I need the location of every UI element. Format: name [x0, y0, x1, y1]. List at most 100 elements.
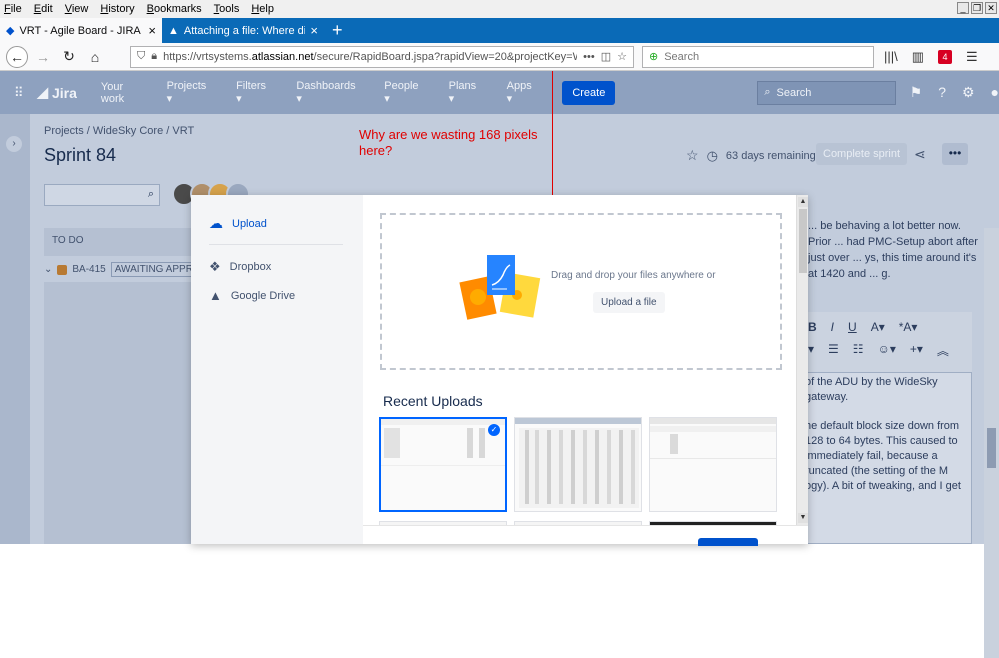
browser-search-input[interactable]: ⊕ Search	[642, 45, 874, 68]
minimize-button[interactable]: _	[957, 2, 969, 14]
recent-upload-thumbnail[interactable]: ✓	[379, 417, 507, 512]
pocket-icon[interactable]: ◫	[601, 50, 611, 63]
jira-logo[interactable]: ◢ Jira	[37, 84, 77, 101]
source-label: Dropbox	[229, 261, 272, 273]
tab-attaching-file[interactable]: ▲ Attaching a file: Where did the ins ×	[162, 18, 324, 43]
reload-button[interactable]: ↻	[58, 46, 80, 68]
nav-your-work[interactable]: Your work	[101, 81, 147, 105]
search-placeholder: Search	[664, 50, 700, 63]
issue-key[interactable]: BA-415	[72, 264, 105, 275]
jira-logo-icon: ◢	[37, 84, 48, 100]
close-window-button[interactable]: ✕	[985, 2, 997, 14]
comment-editor[interactable]: of the ADU by the WideSky gateway. he de…	[800, 372, 972, 544]
scroll-down-icon[interactable]: ▼	[798, 513, 808, 523]
back-button[interactable]: ←	[6, 45, 28, 68]
more-actions-button[interactable]: •••	[942, 143, 968, 165]
page-actions-icon[interactable]: •••	[583, 51, 595, 63]
bold-icon[interactable]: B	[808, 320, 817, 334]
nav-projects[interactable]: Projects ▾	[167, 80, 213, 105]
source-google-drive[interactable]: ▲ Google Drive	[209, 288, 295, 303]
bookmark-star-icon[interactable]: ☆	[617, 50, 627, 63]
address-bar[interactable]: ⛉ 🔒︎ https://vrtsystems.atlassian.net/se…	[130, 45, 634, 68]
nav-dashboards[interactable]: Dashboards ▾	[296, 80, 360, 105]
source-label: Upload	[232, 217, 267, 230]
tab-agile-board[interactable]: ◆ VRT - Agile Board - JIRA ×	[0, 18, 162, 43]
board-search-input[interactable]: ⌕	[44, 184, 160, 206]
bullet-list-icon[interactable]: ☰	[828, 342, 839, 359]
breadcrumb[interactable]: Projects / WideSky Core / VRT	[44, 125, 194, 137]
scroll-up-icon[interactable]: ▲	[798, 197, 808, 207]
menu-bookmarks[interactable]: Bookmarks	[147, 3, 202, 15]
nav-filters[interactable]: Filters ▾	[236, 80, 272, 105]
column-header-todo: TO DO	[44, 228, 194, 256]
sidebar-icon[interactable]: ▥	[912, 49, 924, 65]
recent-upload-thumbnail[interactable]	[514, 417, 642, 512]
collapse-icon[interactable]: ︽	[937, 342, 949, 359]
nav-apps[interactable]: Apps ▾	[507, 80, 539, 105]
jira-search-input[interactable]: ⌕ Search	[757, 80, 896, 105]
menu-file[interactable]: File	[4, 3, 22, 15]
menu-tools[interactable]: Tools	[214, 3, 240, 15]
issue-description-text: ... be behaving a lot better now. Prior …	[808, 220, 978, 280]
thumbnail-image	[650, 426, 776, 459]
source-upload[interactable]: ☁ Upload	[209, 215, 267, 232]
insert-button[interactable]	[698, 538, 758, 546]
home-button[interactable]: ⌂	[84, 46, 106, 68]
app-switcher-icon[interactable]: ⠿	[14, 85, 27, 101]
search-icon: ⌕	[147, 188, 154, 200]
text-format-icon[interactable]: *A▾	[899, 320, 918, 334]
settings-gear-icon[interactable]: ⚙	[962, 84, 975, 101]
complete-sprint-button[interactable]: Complete sprint	[816, 143, 908, 165]
hamburger-menu-icon[interactable]: ☰	[966, 49, 978, 65]
nav-people[interactable]: People ▾	[384, 80, 424, 105]
source-dropbox[interactable]: ❖ Dropbox	[209, 259, 271, 275]
nav-plans[interactable]: Plans ▾	[449, 80, 483, 105]
chevron-down-icon[interactable]: ⌄	[44, 264, 52, 275]
underline-icon[interactable]: U	[848, 320, 857, 334]
emoji-icon[interactable]: ☺▾	[878, 342, 896, 359]
search-engine-icon[interactable]: ⊕	[649, 50, 658, 63]
recent-upload-thumbnail[interactable]	[649, 417, 777, 512]
tab-strip: ◆ VRT - Agile Board - JIRA × ▲ Attaching…	[0, 18, 999, 43]
new-tab-button[interactable]: +	[324, 18, 351, 43]
window-controls: _ ❐ ✕	[957, 2, 997, 14]
star-icon[interactable]: ☆	[686, 147, 699, 164]
library-icon[interactable]: |||\	[884, 49, 898, 64]
extension-badge-icon[interactable]: 4	[938, 49, 953, 64]
help-icon[interactable]: ?	[938, 84, 946, 101]
italic-icon[interactable]: I	[831, 320, 834, 334]
upload-file-button[interactable]: Upload a file	[593, 292, 665, 313]
clock-icon: ◷	[706, 147, 718, 163]
menu-view[interactable]: View	[65, 3, 89, 15]
notifications-icon[interactable]: ⚑	[910, 84, 923, 101]
jira-search-placeholder: Search	[776, 86, 812, 99]
days-remaining: 63 days remaining	[725, 149, 816, 162]
share-icon[interactable]: ⋖	[914, 146, 926, 163]
expand-sidebar-icon[interactable]: ›	[6, 136, 22, 152]
scrollbar-thumb[interactable]	[799, 209, 807, 273]
profile-avatar[interactable]: ●	[991, 84, 999, 101]
swimlane	[44, 282, 194, 544]
page-scrollbar[interactable]	[984, 228, 999, 658]
close-tab-icon[interactable]: ×	[310, 23, 318, 38]
menu-history[interactable]: History	[100, 3, 134, 15]
chevron-down-icon[interactable]: ▾	[808, 342, 814, 359]
dialog-scrollbar[interactable]: ▲ ▼	[796, 195, 808, 525]
lock-icon[interactable]: 🔒︎	[151, 50, 157, 63]
numbered-list-icon[interactable]: ☷	[853, 342, 864, 359]
menu-edit[interactable]: Edit	[34, 3, 53, 15]
jira-top-nav: ⠿ ◢ Jira Your work Projects ▾ Filters ▾ D…	[0, 71, 999, 114]
menu-bar: File Edit View History Bookmarks Tools H…	[0, 0, 999, 18]
close-tab-icon[interactable]: ×	[148, 23, 156, 38]
insert-plus-icon[interactable]: +▾	[910, 342, 923, 359]
restore-button[interactable]: ❐	[971, 2, 983, 14]
text-color-icon[interactable]: A▾	[871, 320, 885, 334]
menu-help[interactable]: Help	[251, 3, 274, 15]
scrollbar-thumb[interactable]	[987, 428, 996, 468]
drop-zone[interactable]: Drag and drop your files anywhere or Upl…	[380, 213, 782, 370]
tracking-shield-icon[interactable]: ⛉	[137, 50, 145, 63]
jira-top-icons: ⚑ ? ⚙ ●	[910, 84, 999, 101]
create-button[interactable]: Create	[562, 80, 616, 105]
editor-paragraph: of the ADU by the WideSky gateway.	[805, 376, 938, 403]
forward-button[interactable]: →	[32, 46, 54, 68]
